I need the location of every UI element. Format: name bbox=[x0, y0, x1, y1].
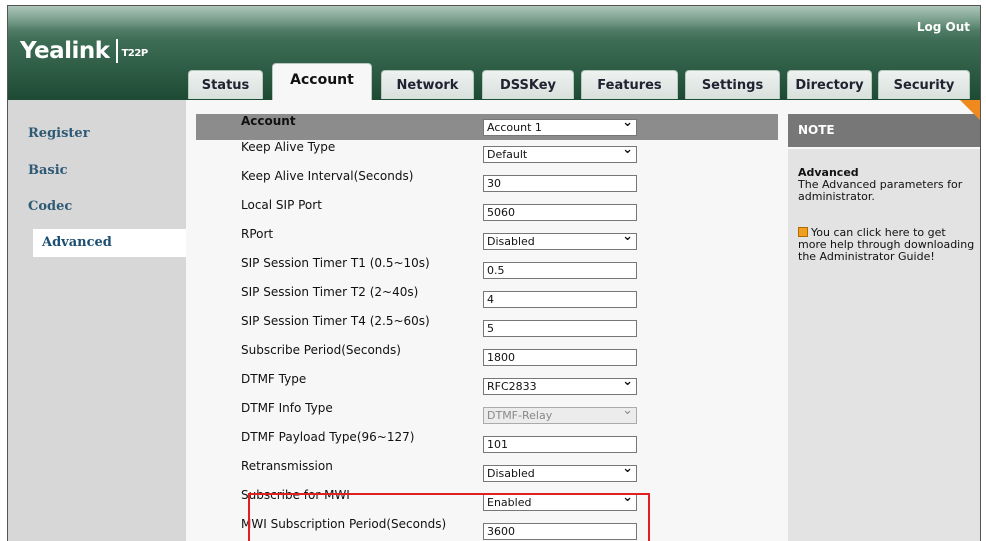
note-title: NOTE bbox=[798, 123, 835, 137]
brand-name: Yealink bbox=[20, 38, 110, 64]
model-name: T22P bbox=[121, 48, 149, 59]
keep-alive-type-select[interactable]: Default bbox=[483, 142, 637, 163]
row-subscribe-period: Subscribe Period(Seconds) 1800 bbox=[196, 343, 778, 372]
account-label: Account bbox=[241, 114, 296, 128]
note-help-text[interactable]: You can click here to get more help thro… bbox=[798, 226, 974, 263]
row-dtmf-payload-type: DTMF Payload Type(96~127) 101 bbox=[196, 430, 778, 459]
row-session-timer-t1: SIP Session Timer T1 (0.5~10s) 0.5 bbox=[196, 256, 778, 285]
row-local-sip-port: Local SIP Port 5060 bbox=[196, 198, 778, 227]
note-body: Advanced The Advanced parameters for adm… bbox=[788, 149, 980, 541]
main-tabs: Status Account Network DSSKey Features S… bbox=[8, 63, 980, 100]
row-session-timer-t2: SIP Session Timer T2 (2~40s) 4 bbox=[196, 285, 778, 314]
session-timer-t1-label: SIP Session Timer T1 (0.5~10s) bbox=[241, 256, 430, 270]
local-sip-port-label: Local SIP Port bbox=[241, 198, 322, 212]
mwi-highlight-box bbox=[248, 493, 650, 541]
session-timer-t2-input[interactable]: 4 bbox=[483, 291, 637, 308]
tab-account[interactable]: Account bbox=[272, 63, 372, 100]
note-header: NOTE bbox=[788, 114, 980, 147]
keep-alive-interval-input[interactable]: 30 bbox=[483, 175, 637, 192]
header-bar: Log Out Yealink T22P Status Account Netwo… bbox=[8, 6, 980, 100]
tab-directory[interactable]: Directory bbox=[787, 70, 872, 99]
row-rport: RPort Disabled bbox=[196, 227, 778, 256]
session-timer-t4-label: SIP Session Timer T4 (2.5~60s) bbox=[241, 314, 430, 328]
account-select[interactable]: Account 1 bbox=[483, 115, 637, 136]
sidebar-item-register[interactable]: Register bbox=[8, 120, 186, 148]
note-advanced-text: The Advanced parameters for administrato… bbox=[798, 178, 963, 203]
sidebar-item-advanced[interactable]: Advanced bbox=[33, 229, 186, 257]
keep-alive-interval-label: Keep Alive Interval(Seconds) bbox=[241, 169, 414, 183]
local-sip-port-input[interactable]: 5060 bbox=[483, 204, 637, 221]
tab-security[interactable]: Security bbox=[878, 70, 970, 99]
session-timer-t1-input[interactable]: 0.5 bbox=[483, 262, 637, 279]
dtmf-type-select[interactable]: RFC2833 bbox=[483, 374, 637, 395]
note-corner-icon bbox=[960, 100, 980, 120]
retransmission-label: Retransmission bbox=[241, 459, 333, 473]
note-help-link[interactable]: You can click here to get more help thro… bbox=[798, 227, 976, 263]
subscribe-period-label: Subscribe Period(Seconds) bbox=[241, 343, 401, 357]
row-session-timer-t4: SIP Session Timer T4 (2.5~60s) 5 bbox=[196, 314, 778, 343]
row-keep-alive-type: Keep Alive Type Default bbox=[196, 140, 778, 169]
brand-logo: Yealink T22P bbox=[20, 38, 148, 64]
note-panel: NOTE Advanced The Advanced parameters fo… bbox=[788, 100, 980, 541]
session-timer-t2-label: SIP Session Timer T2 (2~40s) bbox=[241, 285, 419, 299]
retransmission-select[interactable]: Disabled bbox=[483, 461, 637, 482]
rport-select[interactable]: Disabled bbox=[483, 229, 637, 250]
logout-link[interactable]: Log Out bbox=[917, 20, 970, 34]
rport-label: RPort bbox=[241, 227, 274, 241]
tab-features[interactable]: Features bbox=[581, 70, 678, 99]
brand-divider bbox=[115, 39, 118, 63]
tab-network[interactable]: Network bbox=[381, 70, 474, 99]
sidebar-item-basic[interactable]: Basic bbox=[8, 157, 186, 185]
row-dtmf-type: DTMF Type RFC2833 bbox=[196, 372, 778, 401]
sidebar: Register Basic Codec Advanced bbox=[8, 100, 186, 541]
help-icon bbox=[798, 227, 808, 237]
dtmf-payload-type-input[interactable]: 101 bbox=[483, 436, 637, 453]
session-timer-t4-input[interactable]: 5 bbox=[483, 320, 637, 337]
row-retransmission: Retransmission Disabled bbox=[196, 459, 778, 488]
tab-status[interactable]: Status bbox=[188, 70, 263, 99]
sidebar-item-codec[interactable]: Codec bbox=[8, 193, 186, 221]
dtmf-info-type-label: DTMF Info Type bbox=[241, 401, 333, 415]
keep-alive-type-label: Keep Alive Type bbox=[241, 140, 336, 154]
tab-settings[interactable]: Settings bbox=[685, 70, 780, 99]
browser-frame: Log Out Yealink T22P Status Account Netwo… bbox=[7, 5, 981, 541]
tab-dsskey[interactable]: DSSKey bbox=[482, 70, 574, 99]
header-gloss bbox=[8, 6, 980, 30]
subscribe-period-input[interactable]: 1800 bbox=[483, 349, 637, 366]
dtmf-type-label: DTMF Type bbox=[241, 372, 307, 386]
row-keep-alive-interval: Keep Alive Interval(Seconds) 30 bbox=[196, 169, 778, 198]
dtmf-info-type-select: DTMF-Relay bbox=[483, 403, 637, 424]
dtmf-payload-type-label: DTMF Payload Type(96~127) bbox=[241, 430, 415, 444]
account-header-row: Account Account 1 bbox=[196, 114, 778, 140]
row-dtmf-info-type: DTMF Info Type DTMF-Relay bbox=[196, 401, 778, 430]
